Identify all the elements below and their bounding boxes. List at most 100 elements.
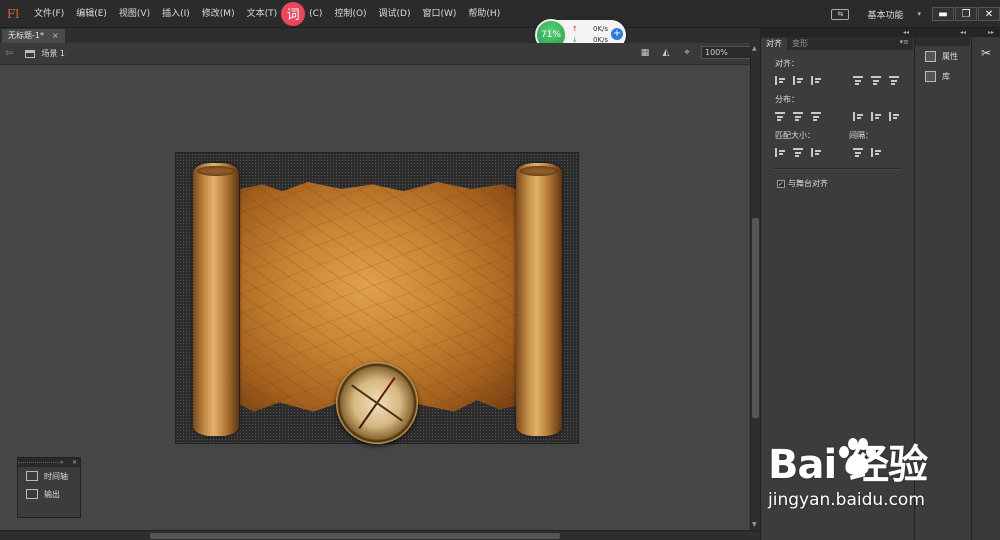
menu-debug[interactable]: 调试(D) [373, 0, 417, 28]
menu-commands[interactable]: (C) [303, 0, 328, 28]
match-spacing-buttons [761, 146, 913, 158]
align-hcenter-icon[interactable] [793, 75, 803, 85]
upload-speed: ↑ 0K/s [572, 25, 608, 33]
space-vertical-icon[interactable] [853, 147, 863, 157]
library-icon [925, 70, 936, 82]
zoom-select[interactable]: 100% ▾ [701, 46, 756, 59]
workspace-dropdown-icon[interactable]: ▾ [917, 10, 921, 18]
tab-close-icon[interactable]: × [52, 29, 59, 43]
scroll-down-icon[interactable]: ▼ [752, 521, 757, 528]
scroll-roll-right[interactable] [516, 163, 562, 436]
upload-arrow-icon: ↑ [572, 25, 578, 33]
timeline-item[interactable]: 时间轴 [18, 467, 80, 485]
menu-insert[interactable]: 插入(I) [156, 0, 196, 28]
distribute-buttons [761, 110, 913, 122]
dictionary-badge[interactable]: 词 [281, 1, 306, 26]
baidu-paw-icon [839, 438, 876, 475]
distribute-vcenter-icon[interactable] [793, 111, 803, 121]
document-tab[interactable]: 无标题-1* × [2, 29, 65, 43]
document-tab-title: 无标题-1* [8, 31, 44, 40]
spacing-label: 间隔： [849, 131, 873, 140]
edit-scene-icon[interactable]: ▦ [638, 47, 652, 59]
align-top-icon[interactable] [853, 75, 863, 85]
horizontal-scrollbar[interactable] [0, 530, 760, 540]
vertical-scroll-thumb[interactable] [752, 218, 759, 418]
match-size-label: 匹配大小： [775, 131, 815, 140]
menu-window[interactable]: 窗口(W) [417, 0, 463, 28]
distribute-right-icon[interactable] [889, 111, 899, 121]
menu-bar: Fl 文件(F) 编辑(E) 视图(V) 插入(I) 修改(M) 文本(T) 词… [0, 0, 1000, 28]
restore-icon[interactable]: ❐ [955, 7, 977, 21]
close-icon[interactable]: ✕ [978, 7, 1000, 21]
menu-edit[interactable]: 编辑(E) [70, 0, 113, 28]
sync-settings-icon[interactable]: ⇆ [831, 8, 850, 20]
align-divider [773, 168, 901, 170]
tab-align[interactable]: 对齐 [761, 38, 787, 50]
menu-view[interactable]: 视图(V) [113, 0, 156, 28]
center-stage-icon[interactable]: ⌖ [680, 47, 694, 59]
speed-boost-icon[interactable]: + [611, 28, 623, 40]
match-width-height-icon[interactable] [811, 147, 821, 157]
scene-icon [25, 49, 36, 58]
scroll-roll-left[interactable] [193, 163, 239, 436]
scene-label[interactable]: 场景 1 [41, 48, 65, 59]
properties-dock-header[interactable] [915, 37, 970, 46]
align-to-stage-label: 与舞台对齐 [788, 179, 828, 188]
output-item[interactable]: 输出 [18, 485, 80, 503]
tools-scissors-icon[interactable]: ✂ [978, 45, 994, 61]
expand-panel-icon[interactable]: » [60, 458, 64, 467]
dock-top-strip: ◂◂ ◂◂ ▸▸ [760, 28, 1000, 37]
floating-panel-header[interactable]: » ✕ [18, 458, 80, 467]
library-label: 库 [942, 71, 950, 81]
distribute-hcenter-icon[interactable] [871, 111, 881, 121]
panel-grip[interactable] [18, 462, 60, 464]
menu-modify[interactable]: 修改(M) [196, 0, 241, 28]
workspace-switcher[interactable]: 基本功能 [867, 8, 903, 21]
collapse-tools-dock-icon[interactable]: ▸▸ [988, 28, 994, 37]
match-width-icon[interactable] [775, 147, 785, 157]
align-to-stage-checkbox[interactable]: ✓ [777, 179, 785, 188]
timeline-icon [26, 471, 38, 481]
menu-file[interactable]: 文件(F) [28, 0, 70, 28]
baidu-watermark: Bai 经验 jingyan.baidu.com [768, 432, 968, 522]
distribute-left-icon[interactable] [853, 111, 863, 121]
properties-icon [925, 50, 936, 62]
align-panel-tabs: 对齐 变形 ▾≡ [761, 37, 913, 50]
minimize-icon[interactable]: ▬ [932, 7, 954, 21]
panel-menu-icon[interactable]: ▾≡ [900, 38, 909, 46]
library-item[interactable]: 库 [915, 66, 970, 86]
distribute-top-icon[interactable] [775, 111, 785, 121]
back-arrow-icon[interactable]: ⇦ [5, 48, 13, 59]
upload-speed-value: 0K/s [592, 25, 608, 33]
collapse-props-dock-icon[interactable]: ◂◂ [960, 28, 966, 37]
app-logo: Fl [6, 6, 20, 21]
align-bottom-icon[interactable] [889, 75, 899, 85]
align-left-icon[interactable] [775, 75, 785, 85]
zoom-value: 100% [705, 48, 728, 57]
edit-symbols-icon[interactable]: ◭ [659, 47, 673, 59]
align-vcenter-icon[interactable] [871, 75, 881, 85]
distribute-bottom-icon[interactable] [811, 111, 821, 121]
align-to-stage-option[interactable]: ✓ 与舞台对齐 [777, 178, 913, 189]
collapse-align-dock-icon[interactable]: ◂◂ [903, 28, 909, 37]
output-label: 输出 [44, 489, 60, 499]
vertical-scrollbar[interactable]: ▲ ▼ [750, 43, 760, 530]
properties-item[interactable]: 属性 [915, 46, 970, 66]
distribute-section-label: 分布： [775, 95, 799, 104]
timeline-label: 时间轴 [44, 471, 68, 481]
scroll-up-icon[interactable]: ▲ [752, 45, 757, 52]
tab-transform[interactable]: 变形 [787, 38, 813, 50]
document-tabs: 无标题-1* × [0, 28, 760, 43]
menu-control[interactable]: 控制(O) [328, 0, 372, 28]
horizontal-scroll-thumb[interactable] [150, 533, 560, 539]
align-section-label: 对齐： [775, 59, 799, 68]
menu-help[interactable]: 帮助(H) [462, 0, 506, 28]
close-panel-icon[interactable]: ✕ [72, 458, 77, 467]
properties-label: 属性 [942, 51, 958, 61]
edit-bar: ⇦ 场景 1 ▦ ◭ ⌖ 100% ▾ [0, 43, 760, 65]
menu-text[interactable]: 文本(T) [241, 0, 284, 28]
match-height-icon[interactable] [793, 147, 803, 157]
floating-panel: » ✕ 时间轴 输出 [17, 457, 81, 518]
space-horizontal-icon[interactable] [871, 147, 881, 157]
align-right-icon[interactable] [811, 75, 821, 85]
